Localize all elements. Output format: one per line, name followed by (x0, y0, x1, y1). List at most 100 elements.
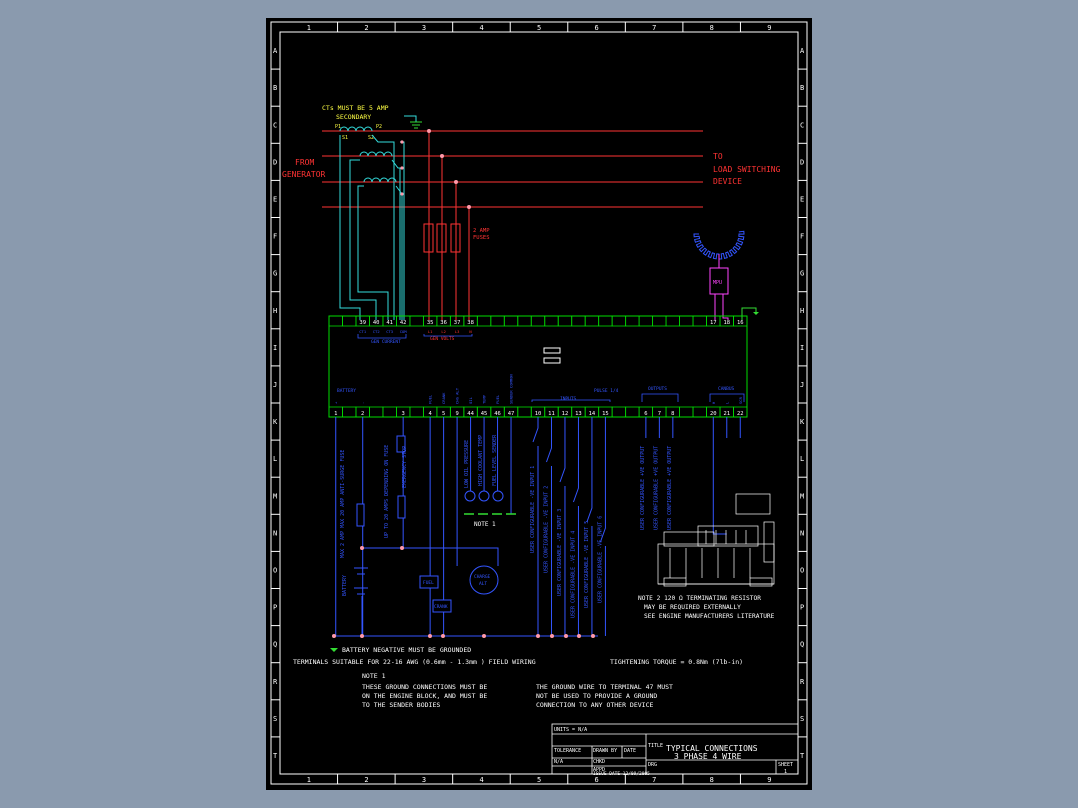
svg-text:ON THE ENGINE BLOCK, AND MUST: ON THE ENGINE BLOCK, AND MUST BE (362, 692, 487, 700)
terminal-number: 1 (334, 411, 337, 417)
svg-text:CHKD: CHKD (593, 759, 605, 765)
border-row-label: Q (273, 641, 277, 649)
vertical-labels: MAX 2 AMP MAX 20 AMP ANTI-SURGE FUSE UP T… (340, 434, 673, 618)
vertical-label-in1: USER CONFIGURABLE -VE INPUT 1 (530, 466, 536, 553)
terminal-sublabel: CT2 (373, 329, 380, 334)
border-col-label: 7 (652, 24, 656, 32)
note2: NOTE 2 120 Ω TERMINATING RESISTOR MAY BE… (638, 595, 775, 620)
border-col-label: 1 (307, 24, 311, 32)
vertical-label-oil: LOW OIL PRESSURE (464, 440, 470, 488)
terminal-sublabel: - (360, 402, 365, 404)
vertical-label-temp: HIGH COOLANT TEMP (478, 435, 484, 486)
svg-text:PULSE 1/4: PULSE 1/4 (594, 388, 619, 394)
border-col-label: 3 (422, 24, 426, 32)
svg-text:GEN VOLTS: GEN VOLTS (430, 336, 455, 342)
terminal-number: 41 (386, 320, 393, 326)
terminal-sublabel: FUEL (428, 394, 433, 404)
svg-text:ISSUE DATE 12/09/2005: ISSUE DATE 12/09/2005 (593, 771, 650, 777)
terminal-number: 7 (658, 411, 661, 417)
svg-text:2 AMP: 2 AMP (473, 228, 490, 234)
border-row-label: A (800, 47, 805, 55)
vertical-label-in6: USER CONFIGURABLE -VE INPUT 6 (597, 516, 603, 603)
border-row-label: J (273, 381, 277, 389)
junction-dots-lower (332, 546, 595, 638)
border-col-label: 2 (364, 24, 368, 32)
terminal-number: 22 (737, 411, 744, 417)
vertical-label-in2: USER CONFIGURABLE -VE INPUT 2 (543, 486, 549, 573)
terminal-number: 16 (737, 320, 744, 326)
terminal-number: 8 (671, 411, 674, 417)
terminal-sublabel: + (333, 401, 338, 404)
border-row-label: K (800, 418, 805, 426)
border-col-label: 8 (710, 24, 714, 32)
border-row-label: R (273, 678, 278, 686)
svg-text:INPUTS: INPUTS (560, 396, 577, 402)
svg-text:OUTPUTS: OUTPUTS (648, 386, 667, 392)
svg-text:MAY BE REQUIRED EXTERNALLY: MAY BE REQUIRED EXTERNALLY (644, 604, 741, 611)
border-row-label: H (273, 307, 277, 315)
terminal-number: 12 (562, 411, 569, 417)
border-row-label: T (273, 752, 278, 760)
border-row-label: T (800, 752, 805, 760)
border-col-label: 8 (710, 776, 714, 784)
terminal-number: 2 (361, 411, 364, 417)
border-row-label: C (273, 121, 277, 129)
note1-label: NOTE 1 (474, 521, 496, 528)
border-row-label: L (800, 455, 804, 463)
border-row-label: M (273, 492, 277, 500)
svg-text:NOTE 1: NOTE 1 (362, 672, 386, 680)
svg-text:TERMINALS SUITABLE FOR 22-16 A: TERMINALS SUITABLE FOR 22-16 AWG (0.6mm … (293, 658, 536, 666)
terminal-number: 46 (494, 411, 501, 417)
terminal-sublabel: CT3 (386, 329, 393, 334)
svg-text:UNITS = N/A: UNITS = N/A (554, 727, 587, 733)
svg-text:DRG: DRG (648, 762, 657, 768)
border-row-label: O (273, 566, 277, 574)
vertical-label-estop: EMERGENCY STOP (402, 446, 408, 488)
vertical-label-in3: USER CONFIGURABLE -VE INPUT 3 (557, 509, 563, 596)
current-transformers (339, 115, 417, 320)
terminal-number: 37 (454, 320, 461, 326)
vertical-label-out1: USER CONFIGURABLE +VE OUTPUT (640, 446, 646, 530)
terminal-number: 3 (402, 411, 405, 417)
wiring-diagram: 112233445566778899A AB BC CD DE EF FG GH HI IJ JK K… (270, 21, 808, 785)
border-row-label: I (800, 344, 804, 352)
engine-illustration (657, 493, 775, 587)
vertical-label-fuse1: MAX 2 AMP MAX 20 AMP ANTI-SURGE FUSE (340, 450, 346, 558)
border-row-label: D (800, 158, 804, 166)
svg-text:BATTERY: BATTERY (337, 388, 356, 394)
terminal-number: 45 (481, 411, 488, 417)
battery-ground-arrow (330, 648, 338, 652)
svg-text:DEVICE: DEVICE (713, 177, 742, 186)
terminal-sublabel: H (711, 401, 716, 404)
border-row-label: G (800, 270, 804, 278)
general-notes: BATTERY NEGATIVE MUST BE GROUNDED TERMIN… (293, 646, 743, 709)
to-load-label: TO LOAD SWITCHING DEVICE (713, 152, 781, 186)
svg-text:TITLE: TITLE (648, 743, 663, 749)
border-row-label: K (273, 418, 278, 426)
border-row-label: C (800, 121, 804, 129)
terminal-sublabel: L (724, 401, 729, 404)
terminal-sublabel: SENDER COMMON (509, 374, 514, 404)
vertical-label-in5: USER CONFIGURABLE -VE INPUT 5 (584, 521, 590, 608)
svg-text:GEN CURRENT: GEN CURRENT (371, 339, 401, 345)
terminal-number: 39 (359, 320, 366, 326)
group-brackets (357, 334, 745, 402)
svg-text:1: 1 (784, 769, 787, 775)
border-row-label: G (273, 270, 277, 278)
border-col-label: 9 (767, 776, 771, 784)
border-row-label: L (273, 455, 277, 463)
border-row-label: J (800, 381, 804, 389)
group-labels: GEN CURRENT GEN VOLTS BATTERY INPUTS PUL… (337, 336, 735, 402)
terminal-number: 18 (723, 320, 730, 326)
svg-text:TO: TO (713, 152, 723, 161)
terminal-number: 42 (400, 320, 407, 326)
terminal-number: 21 (723, 411, 730, 417)
border-row-label: R (800, 678, 805, 686)
svg-text:DRAWN BY: DRAWN BY (593, 748, 617, 754)
terminal-sublabel: SCR (738, 396, 743, 404)
terminal-number: 35 (427, 320, 434, 326)
svg-text:THE GROUND WIRE TO TERMINAL 47: THE GROUND WIRE TO TERMINAL 47 MUST (536, 683, 673, 691)
border-row-label: P (273, 604, 277, 612)
svg-text:GENERATOR: GENERATOR (282, 170, 326, 179)
mpu-sensor: MPU (693, 230, 759, 320)
